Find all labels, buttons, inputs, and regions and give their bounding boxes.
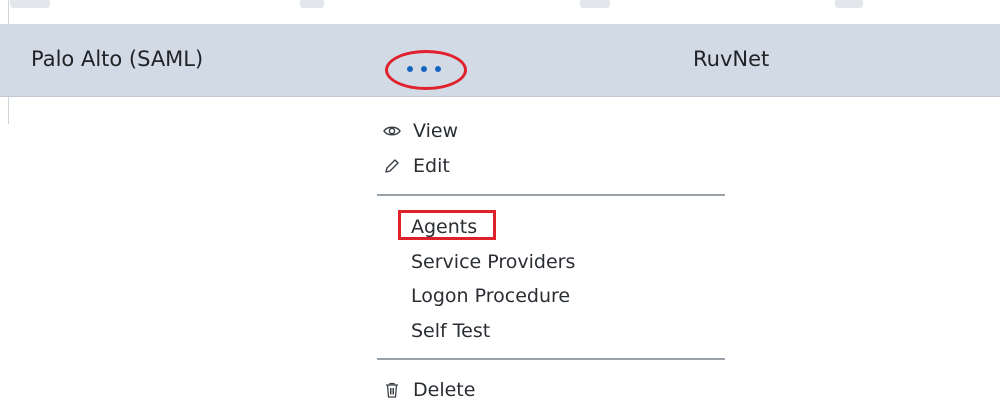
menu-item-delete[interactable]: Delete <box>377 373 725 405</box>
header-fragment <box>10 0 50 8</box>
row-name-cell: Palo Alto (SAML) <box>31 47 204 71</box>
more-horizontal-icon <box>407 66 441 72</box>
menu-item-label: Edit <box>413 155 450 177</box>
menu-item-label: Logon Procedure <box>411 285 571 307</box>
table-header-strip <box>0 0 1000 25</box>
menu-item-edit[interactable]: Edit <box>377 149 725 181</box>
row-actions-button[interactable] <box>380 49 470 89</box>
eye-icon <box>383 126 401 136</box>
menu-item-view[interactable]: View <box>377 114 725 146</box>
row-tenant-cell: RuvNet <box>693 47 770 71</box>
table-row[interactable]: Palo Alto (SAML) RuvNet <box>0 24 1000 97</box>
menu-item-label: Self Test <box>411 320 491 342</box>
header-fragment <box>580 0 610 8</box>
menu-item-logon-procedure[interactable]: Logon Procedure <box>377 279 725 311</box>
menu-item-service-providers[interactable]: Service Providers <box>377 245 725 277</box>
menu-item-label: Agents <box>411 216 478 238</box>
header-fragment <box>300 0 324 8</box>
menu-divider <box>377 358 725 360</box>
actions-menu: View Edit Agents Service Providers Logon… <box>377 104 725 402</box>
menu-item-label: Delete <box>413 379 476 401</box>
trash-icon <box>386 382 398 398</box>
menu-item-agents[interactable]: Agents <box>377 210 725 242</box>
menu-item-self-test[interactable]: Self Test <box>377 314 725 346</box>
menu-item-label: Service Providers <box>411 251 576 273</box>
menu-item-label: View <box>413 120 459 142</box>
pencil-icon <box>385 159 399 173</box>
menu-divider <box>377 194 725 196</box>
header-fragment <box>835 0 863 8</box>
